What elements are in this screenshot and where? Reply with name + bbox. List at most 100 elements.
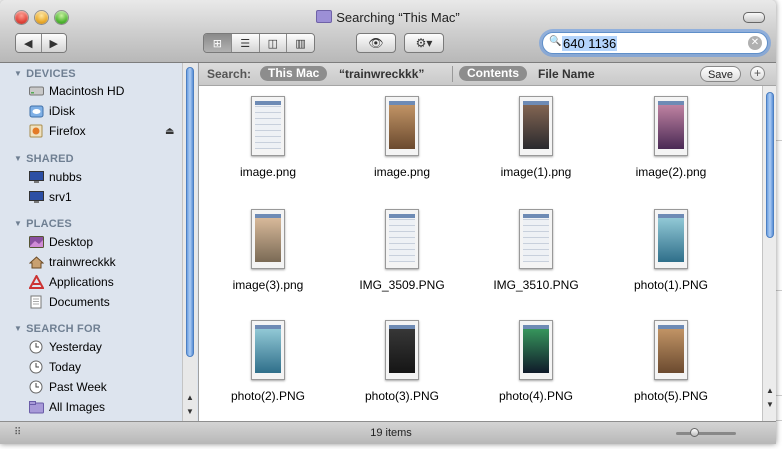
clock-icon xyxy=(28,340,44,354)
sidebar-item-documents[interactable]: Documents xyxy=(28,295,110,309)
list-view-button[interactable]: ☰ xyxy=(231,34,260,52)
sidebar-item-label: Past Week xyxy=(49,380,107,394)
sidebar-item-firefox[interactable]: Firefox xyxy=(28,124,86,138)
column-view-button[interactable]: ◫ xyxy=(259,34,288,52)
search-scope-label: Search: xyxy=(207,67,252,81)
sidebar-item-srv1[interactable]: srv1 xyxy=(28,190,72,204)
sidebar-item-macintosh-hd[interactable]: Macintosh HD xyxy=(28,84,124,98)
file-item[interactable]: image.png xyxy=(201,96,335,179)
view-mode-control: ⊞ ☰ ◫ ▥ xyxy=(203,33,315,53)
file-item[interactable]: image(3).png xyxy=(201,209,335,292)
file-name-label: photo(3).PNG xyxy=(364,389,440,403)
file-thumbnail-icon xyxy=(385,96,419,156)
search-icon: 🔍 xyxy=(549,36,562,47)
search-input[interactable]: 640 1136 xyxy=(562,36,618,51)
file-name-label: image(2).png xyxy=(635,165,707,179)
file-item[interactable]: IMG_3509.PNG xyxy=(335,209,469,292)
scope-divider xyxy=(452,66,453,82)
window-title: Searching “This Mac” xyxy=(0,10,776,25)
file-item[interactable]: photo(1).PNG xyxy=(604,209,738,292)
monitor-icon xyxy=(28,190,44,204)
file-thumbnail-icon xyxy=(654,320,688,380)
scroll-down-arrow-icon[interactable]: ▼ xyxy=(186,407,194,416)
sidebar-section-places[interactable]: PLACES xyxy=(14,218,72,230)
file-item[interactable]: photo(5).PNG xyxy=(604,320,738,403)
scope-user-button[interactable]: “trainwreckkk” xyxy=(339,67,424,81)
quick-look-button[interactable]: 👁 xyxy=(356,33,396,53)
sidebar-scrollbar[interactable]: ▲ ▼ xyxy=(182,63,197,421)
clock-icon xyxy=(28,380,44,394)
content-scroll-thumb[interactable] xyxy=(766,92,774,238)
home-icon xyxy=(28,255,44,269)
sidebar-item-trainwreckkk[interactable]: trainwreckkk xyxy=(28,255,116,269)
scroll-up-arrow-icon[interactable]: ▲ xyxy=(186,393,194,402)
file-icon-grid: image.png image.png image(1).png image(2).p… xyxy=(199,86,762,421)
sidebar-section-search-for[interactable]: SEARCH FOR xyxy=(14,323,101,335)
file-item[interactable]: photo(4).PNG xyxy=(469,320,603,403)
file-item[interactable]: photo(3).PNG xyxy=(335,320,469,403)
sidebar-item-idisk[interactable]: iDisk xyxy=(28,104,75,118)
file-name-label: image(1).png xyxy=(500,165,572,179)
sidebar-item-today[interactable]: Today xyxy=(28,360,81,374)
file-item[interactable]: image(1).png xyxy=(469,96,603,179)
file-name-label: IMG_3510.PNG xyxy=(493,278,579,292)
file-name-label: image(3).png xyxy=(232,278,304,292)
icon-size-slider[interactable] xyxy=(676,432,736,435)
file-item[interactable]: image.png xyxy=(335,96,469,179)
scope-this-mac-button[interactable]: This Mac xyxy=(260,66,328,81)
sidebar-item-past-week[interactable]: Past Week xyxy=(28,380,107,394)
coverflow-view-button[interactable]: ▥ xyxy=(287,34,314,52)
file-thumbnail-icon xyxy=(251,96,285,156)
file-name-label: photo(2).PNG xyxy=(230,389,306,403)
sidebar-section-devices[interactable]: DEVICES xyxy=(14,68,76,80)
search-scope-bar: Search: This Mac “trainwreckkk” Contents… xyxy=(199,63,776,86)
firefox-disk-icon xyxy=(28,124,44,138)
applications-icon xyxy=(28,275,44,289)
file-item[interactable]: image(2).png xyxy=(604,96,738,179)
sidebar: DEVICES Macintosh HD iDisk Firefox ⏏ SHA… xyxy=(0,63,199,421)
sidebar-item-label: Yesterday xyxy=(49,340,102,354)
search-field[interactable]: 🔍 640 1136 ✕ xyxy=(542,32,768,54)
smart-folder-icon xyxy=(316,10,333,23)
content-scrollbar[interactable]: ▲ ▼ xyxy=(762,86,776,421)
sidebar-item-all-images[interactable]: All Images xyxy=(28,400,105,414)
action-menu-button[interactable]: ⚙▾ xyxy=(404,33,444,53)
sidebar-item-nubbs[interactable]: nubbs xyxy=(28,170,82,184)
sidebar-item-yesterday[interactable]: Yesterday xyxy=(28,340,102,354)
contents-button[interactable]: Contents xyxy=(459,66,527,81)
sidebar-item-label: Documents xyxy=(49,295,110,309)
toolbar-toggle-button[interactable] xyxy=(743,12,765,23)
back-button[interactable]: ◀ xyxy=(16,34,42,52)
sidebar-scroll-thumb[interactable] xyxy=(186,67,194,357)
file-item[interactable]: photo(2).PNG xyxy=(201,320,335,403)
icon-view-button[interactable]: ⊞ xyxy=(204,34,232,52)
sidebar-section-shared[interactable]: SHARED xyxy=(14,153,74,165)
item-count: 19 items xyxy=(370,427,412,439)
sidebar-item-label: Macintosh HD xyxy=(49,84,125,98)
clear-search-icon[interactable]: ✕ xyxy=(748,36,762,50)
save-search-button[interactable]: Save xyxy=(700,66,741,82)
file-thumbnail-icon xyxy=(654,96,688,156)
sidebar-item-label: Firefox xyxy=(49,124,86,138)
sidebar-item-label: iDisk xyxy=(49,104,75,118)
file-thumbnail-icon xyxy=(519,320,553,380)
eye-icon: 👁 xyxy=(368,36,384,50)
sidebar-item-label: Applications xyxy=(49,275,114,289)
scroll-down-arrow-icon[interactable]: ▼ xyxy=(766,400,774,409)
title-bar: Searching “This Mac” ◀ ▶ ⊞ ☰ ◫ ▥ 👁 ⚙▾ 🔍 … xyxy=(0,0,776,63)
scroll-up-arrow-icon[interactable]: ▲ xyxy=(766,386,774,395)
file-name-label: photo(5).PNG xyxy=(633,389,709,403)
drive-icon xyxy=(28,84,44,98)
sidebar-item-applications[interactable]: Applications xyxy=(28,275,114,289)
eject-icon[interactable]: ⏏ xyxy=(165,126,174,137)
sidebar-item-label: Today xyxy=(49,360,82,374)
file-item[interactable]: IMG_3510.PNG xyxy=(469,209,603,292)
file-thumbnail-icon xyxy=(385,320,419,380)
icon-size-slider-knob[interactable] xyxy=(690,428,699,437)
forward-button[interactable]: ▶ xyxy=(41,34,66,52)
sidebar-item-desktop[interactable]: Desktop xyxy=(28,235,93,249)
back-forward-control: ◀ ▶ xyxy=(15,33,67,53)
sidebar-item-label: nubbs xyxy=(49,170,82,184)
file-name-button[interactable]: File Name xyxy=(538,67,595,81)
add-criteria-button[interactable]: + xyxy=(750,66,765,81)
